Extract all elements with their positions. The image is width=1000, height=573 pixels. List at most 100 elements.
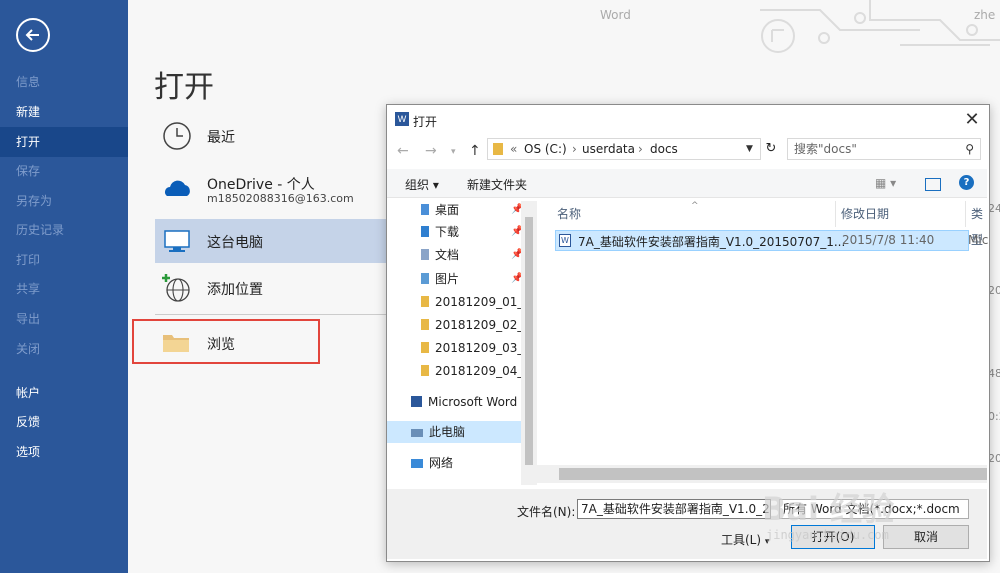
help-icon[interactable]: ? xyxy=(959,175,974,190)
tools-button[interactable]: 工具(L) ▾ xyxy=(721,531,769,548)
file-date: 2015/7/8 11:40 xyxy=(842,233,935,247)
search-icon: ⚲ xyxy=(965,142,974,156)
download-icon xyxy=(421,226,429,237)
column-name[interactable]: 名称 xyxy=(557,201,581,227)
tree-item-this-pc[interactable]: 此电脑 xyxy=(387,421,521,443)
nav-save-as[interactable]: 另存为 xyxy=(0,186,128,216)
up-nav-icon[interactable]: ↑ xyxy=(469,143,481,159)
address-bar[interactable]: « OS (C:) › userdata › docs ▼ xyxy=(487,138,761,160)
breadcrumb-overflow[interactable]: « xyxy=(510,139,517,159)
tree-item-folder[interactable]: 20181209_04_排 xyxy=(421,360,521,382)
nav-options[interactable]: 选项 xyxy=(0,437,128,467)
organize-button[interactable]: 组织 ▾ xyxy=(405,176,439,193)
word-doc-icon: W xyxy=(559,234,571,247)
pictures-icon xyxy=(421,273,429,284)
dialog-title: 打开 xyxy=(413,115,438,129)
pin-icon: 📌 xyxy=(511,249,521,260)
tree-item-word[interactable]: Microsoft Word xyxy=(411,391,521,413)
view-options-icon[interactable]: ▦ ▾ xyxy=(875,176,896,190)
folder-icon xyxy=(421,296,429,307)
tree-item-network[interactable]: 网络 xyxy=(411,452,521,474)
nav-account[interactable]: 帐户 xyxy=(0,378,128,408)
word-icon xyxy=(411,396,422,407)
app-name: Word xyxy=(600,8,631,22)
forward-nav-icon[interactable]: → xyxy=(425,143,437,159)
filename-input[interactable]: 7A_基础软件安装部署指南_V1.0_20150707_1 xyxy=(577,499,771,519)
filetype-select[interactable]: 所有 Word 文档(*.docx;*.docm xyxy=(779,499,969,519)
chevron-down-icon[interactable]: ▼ xyxy=(746,139,753,159)
place-label: OneDrive - 个人 xyxy=(207,177,315,193)
refresh-icon[interactable]: ↻ xyxy=(763,138,779,160)
tree-scroll-thumb[interactable] xyxy=(525,217,533,465)
back-arrow-icon xyxy=(25,29,39,41)
nav-info[interactable]: 信息 xyxy=(0,67,128,97)
list-hscroll-thumb[interactable] xyxy=(559,468,987,480)
computer-icon xyxy=(164,230,190,252)
places-separator xyxy=(155,314,387,315)
close-button[interactable]: ✕ xyxy=(961,109,983,131)
breadcrumb-docs[interactable]: docs xyxy=(650,139,678,159)
folder-icon xyxy=(163,335,189,352)
chevron-right-icon[interactable]: › xyxy=(638,139,643,159)
place-add-location[interactable]: 添加位置 xyxy=(155,266,387,310)
place-label: 最近 xyxy=(207,130,235,146)
column-type[interactable]: 类型 xyxy=(971,201,989,247)
backstage-nav: 信息 新建 打开 保存 另存为 历史记录 打印 共享 导出 关闭 帐户 反馈 选… xyxy=(0,0,128,573)
search-placeholder: 搜索"docs" xyxy=(794,142,857,156)
cancel-button[interactable]: 取消 xyxy=(883,525,969,549)
file-type: Mic xyxy=(968,233,989,247)
folder-icon xyxy=(421,342,429,353)
place-recent[interactable]: 最近 xyxy=(155,114,387,158)
watermark-url: jingyan.baidu.com xyxy=(766,528,889,542)
pin-icon: 📌 xyxy=(511,204,521,215)
chevron-right-icon[interactable]: › xyxy=(572,139,577,159)
pin-icon: 📌 xyxy=(511,226,521,237)
nav-feedback[interactable]: 反馈 xyxy=(0,407,128,437)
folder-icon xyxy=(493,143,503,155)
tree-item-folder[interactable]: 20181209_03_报 xyxy=(421,337,521,359)
pin-icon: 📌 xyxy=(511,273,521,284)
documents-icon xyxy=(421,249,429,260)
filename-label: 文件名(N): xyxy=(517,505,576,519)
tree-item-folder[interactable]: 20181209_01_自 xyxy=(421,291,521,313)
cloud-icon xyxy=(165,180,190,196)
search-input[interactable]: 搜索"docs" ⚲ xyxy=(787,138,981,160)
nav-open[interactable]: 打开 xyxy=(0,127,128,157)
preview-pane-icon[interactable] xyxy=(925,178,941,191)
nav-save[interactable]: 保存 xyxy=(0,156,128,186)
place-this-pc[interactable]: 这台电脑 xyxy=(155,219,387,263)
column-divider[interactable] xyxy=(965,201,966,227)
folder-icon xyxy=(421,365,429,376)
place-onedrive[interactable]: OneDrive - 个人 m18502088316@163.com xyxy=(155,166,387,210)
word-icon: W xyxy=(395,112,409,126)
computer-icon xyxy=(411,429,423,437)
back-nav-icon[interactable]: ← xyxy=(397,143,409,159)
folder-icon xyxy=(421,319,429,330)
tree-item-desktop[interactable]: 桌面 📌 xyxy=(421,199,521,221)
nav-share[interactable]: 共享 xyxy=(0,274,128,304)
tree-item-folder[interactable]: 20181209_02_编 xyxy=(421,314,521,336)
tree-item-downloads[interactable]: 下载 📌 xyxy=(421,221,521,243)
open-dialog: W 打开 ✕ ← → ▾ ↑ « OS (C:) › userdata › do… xyxy=(386,104,990,562)
column-divider[interactable] xyxy=(835,201,836,227)
history-dropdown-icon[interactable]: ▾ xyxy=(451,147,456,157)
dialog-toolbar: 组织 ▾ 新建文件夹 ▦ ▾ ? xyxy=(387,169,987,198)
clock-icon xyxy=(163,122,191,150)
file-row[interactable]: W 7A_基础软件安装部署指南_V1.0_20150707_1... 2015/… xyxy=(555,230,988,251)
network-icon xyxy=(411,459,423,468)
nav-new[interactable]: 新建 xyxy=(0,97,128,127)
column-date[interactable]: 修改日期 xyxy=(841,201,889,227)
nav-export[interactable]: 导出 xyxy=(0,304,128,334)
tree-item-pictures[interactable]: 图片 📌 xyxy=(421,268,521,290)
tree-item-documents[interactable]: 文档 📌 xyxy=(421,244,521,266)
place-sub: m18502088316@163.com xyxy=(207,192,354,205)
globe-plus-icon xyxy=(162,274,190,302)
place-label: 这台电脑 xyxy=(207,235,263,251)
back-button[interactable] xyxy=(16,18,50,52)
nav-history[interactable]: 历史记录 xyxy=(0,215,128,245)
breadcrumb-drive[interactable]: OS (C:) xyxy=(524,139,567,159)
new-folder-button[interactable]: 新建文件夹 xyxy=(467,176,527,193)
breadcrumb-userdata[interactable]: userdata xyxy=(582,139,635,159)
nav-close[interactable]: 关闭 xyxy=(0,334,128,364)
nav-print[interactable]: 打印 xyxy=(0,245,128,275)
